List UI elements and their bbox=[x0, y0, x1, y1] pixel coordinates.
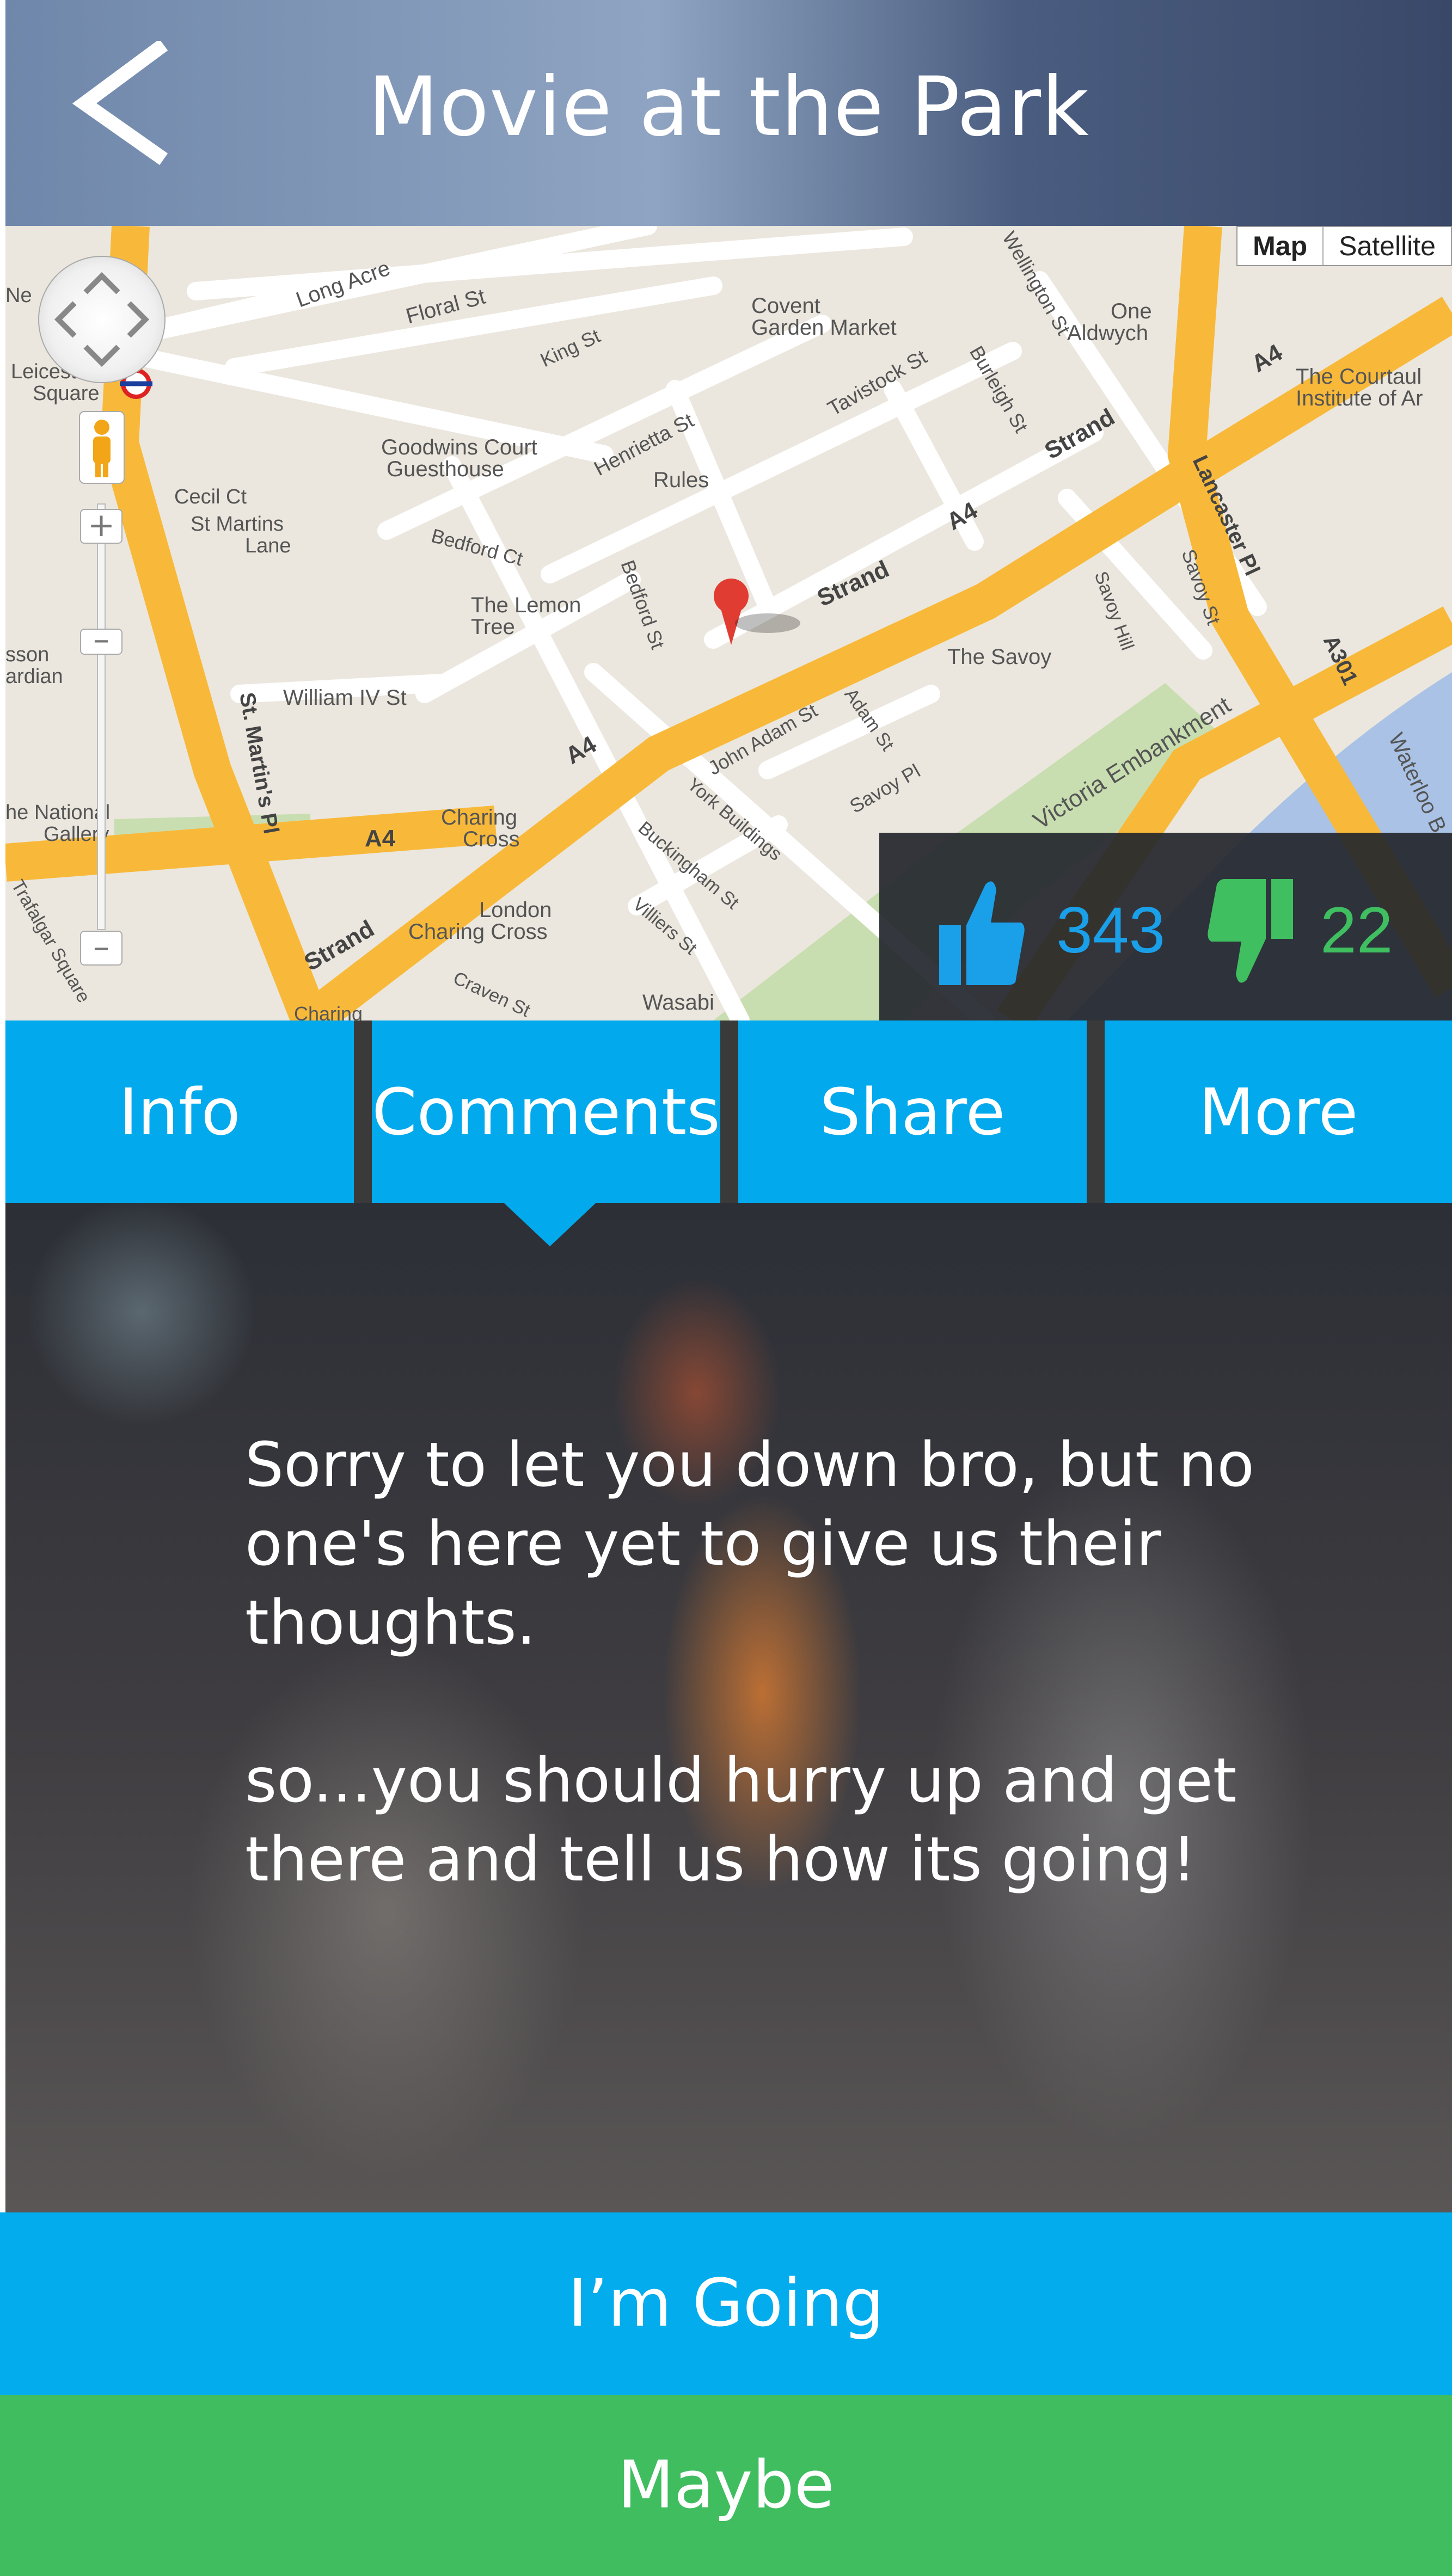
map-label: Lane bbox=[245, 534, 291, 557]
map-label: Charing Cross bbox=[408, 920, 548, 944]
map-label: Charing bbox=[294, 1003, 363, 1020]
tab-comments[interactable]: Comments bbox=[372, 1020, 720, 1203]
map-label: Ne bbox=[5, 284, 32, 307]
map-label: A4 bbox=[365, 825, 396, 852]
empty-comments-prompt: so...you should hurry up and get there a… bbox=[245, 1745, 1237, 1895]
map-label: Garden Market bbox=[751, 316, 897, 340]
tab-share[interactable]: Share bbox=[738, 1020, 1087, 1203]
zoom-slider-track[interactable] bbox=[97, 503, 106, 930]
empty-comments-message: Sorry to let you down bro, but no one's … bbox=[245, 1430, 1254, 1658]
zoom-out-button[interactable]: – bbox=[80, 931, 122, 966]
map-label: One bbox=[1111, 299, 1152, 323]
tab-info[interactable]: Info bbox=[5, 1020, 354, 1203]
downvote-count: 22 bbox=[1320, 894, 1393, 967]
tab-bar: Info Comments Share More bbox=[5, 1020, 1452, 1203]
map-label: The Lemon bbox=[471, 593, 581, 617]
header-bar: Movie at the Park bbox=[5, 0, 1452, 226]
map-pan-control[interactable] bbox=[38, 256, 166, 383]
street-view-pegman-icon[interactable] bbox=[79, 411, 125, 484]
im-going-button[interactable]: I’m Going bbox=[0, 2212, 1452, 2395]
comments-panel: Sorry to let you down bro, but no one's … bbox=[5, 1203, 1452, 2212]
map-label: Cecil Ct bbox=[174, 485, 247, 508]
map-label: sson bbox=[5, 643, 49, 666]
map-label: St Martins bbox=[191, 513, 284, 536]
map-type-switch: Map Satellite bbox=[1236, 226, 1452, 266]
map-label: Cross bbox=[463, 827, 519, 851]
map-label: The Courtaul bbox=[1296, 365, 1422, 389]
thumbs-down-icon[interactable] bbox=[1206, 879, 1298, 988]
thumbs-up-icon[interactable] bbox=[934, 876, 1026, 985]
upvote-count: 343 bbox=[1056, 894, 1166, 967]
map-type-map-button[interactable]: Map bbox=[1237, 227, 1324, 265]
map-label: Aldwych bbox=[1067, 321, 1148, 345]
map-label: he National bbox=[5, 801, 110, 824]
map-label: ardian bbox=[5, 665, 63, 688]
map-label: Covent bbox=[751, 294, 820, 318]
map-label: Institute of Ar bbox=[1296, 386, 1423, 410]
map-label: Guesthouse bbox=[387, 457, 504, 481]
map-type-satellite-button[interactable]: Satellite bbox=[1324, 227, 1451, 265]
map-view[interactable]: Long Acre Floral St Covent Garden Market… bbox=[5, 226, 1452, 1020]
pan-arrows-icon bbox=[54, 272, 150, 367]
zoom-slider-thumb[interactable]: – bbox=[80, 623, 122, 656]
map-label: Wasabi bbox=[642, 991, 714, 1015]
map-label: The Savoy bbox=[947, 645, 1051, 669]
maybe-button[interactable]: Maybe bbox=[0, 2395, 1452, 2576]
map-label: London bbox=[479, 898, 552, 922]
vote-panel: 343 22 bbox=[879, 833, 1452, 1020]
map-label: Square bbox=[33, 382, 100, 405]
zoom-in-button[interactable]: + bbox=[80, 509, 122, 544]
tab-more[interactable]: More bbox=[1105, 1020, 1452, 1203]
active-tab-pointer bbox=[501, 1200, 599, 1246]
map-label: Rules bbox=[653, 468, 709, 492]
map-label: Charing bbox=[441, 806, 517, 829]
map-label: Goodwins Court bbox=[381, 435, 537, 459]
map-label: William IV St bbox=[283, 686, 407, 710]
page-title: Movie at the Park bbox=[367, 60, 1090, 155]
map-label: Tree bbox=[471, 615, 515, 639]
